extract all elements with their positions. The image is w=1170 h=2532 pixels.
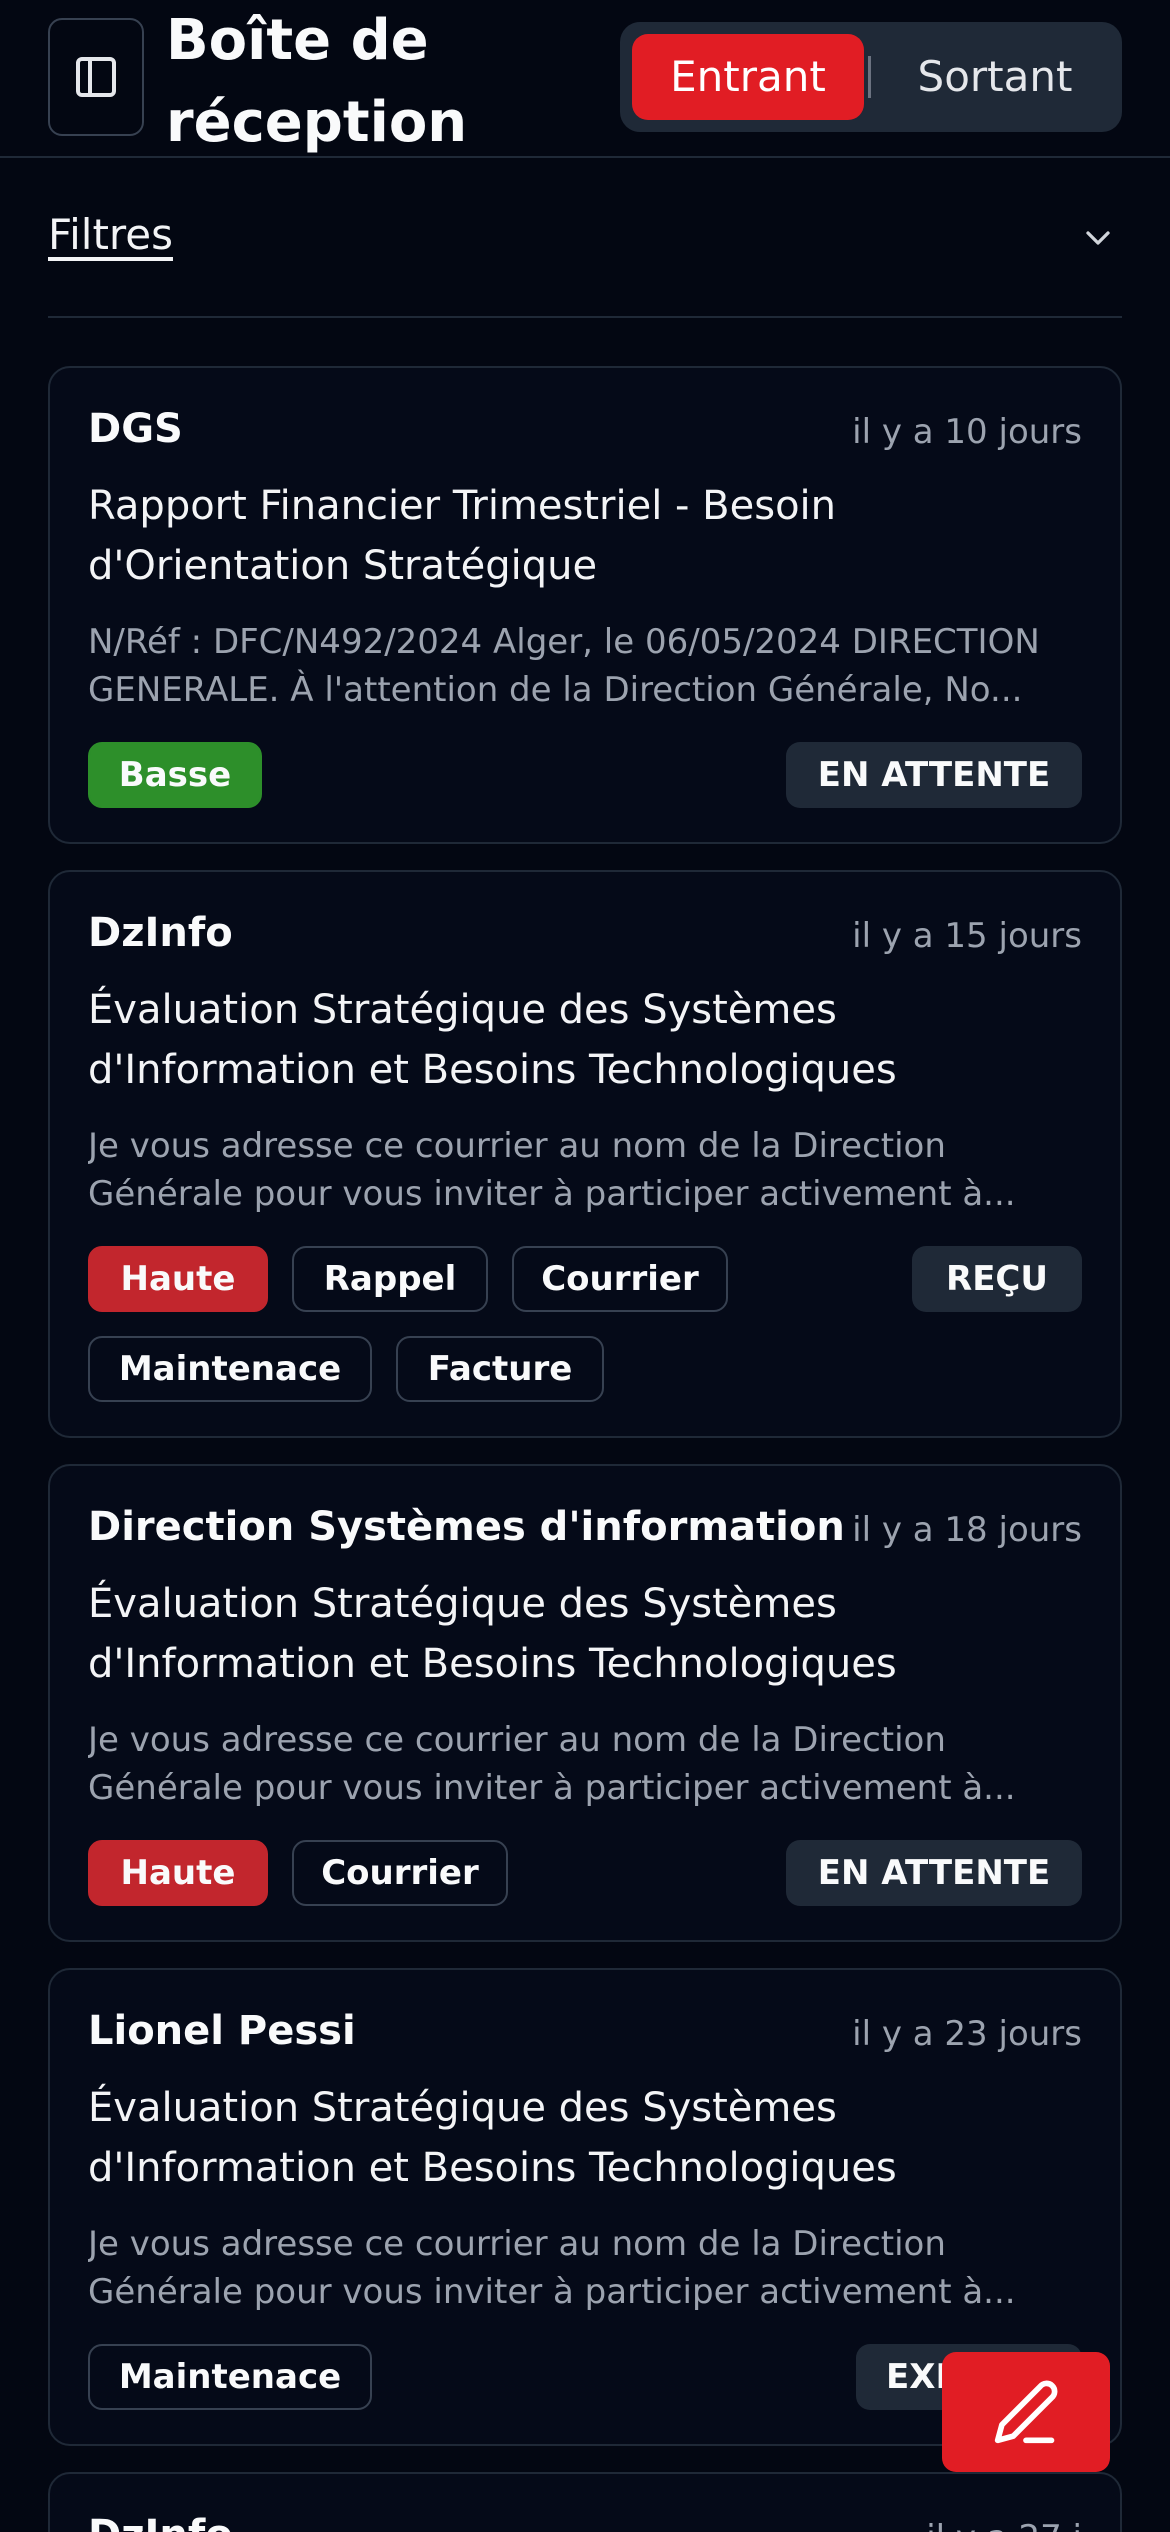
message-subject: Évaluation Stratégique des Systèmes d'In…	[88, 987, 897, 1093]
message-time: il y a 10 jours	[852, 412, 1082, 452]
filters-label[interactable]: Filtres	[48, 210, 173, 259]
message-time: il y a 27 j	[926, 2518, 1082, 2532]
message-preview: N/Réf : DFC/N492/2024 Alger, le 06/05/20…	[88, 622, 1040, 710]
direction-toggle: Entrant Sortant	[620, 22, 1122, 132]
filters-accordion[interactable]: Filtres	[48, 158, 1122, 318]
category-tag: Rappel	[292, 1246, 488, 1312]
tab-outgoing[interactable]: Sortant	[880, 34, 1110, 120]
message-subject: Évaluation Stratégique des Systèmes d'In…	[88, 1581, 897, 1687]
message-card[interactable]: DzInfo il y a 27 j	[48, 2472, 1122, 2532]
message-time: il y a 23 jours	[852, 2014, 1082, 2054]
category-tag: Courrier	[512, 1246, 728, 1312]
status-badge: EN ATTENTE	[786, 742, 1082, 808]
message-preview: Je vous adresse ce courrier au nom de la…	[88, 2224, 1016, 2312]
message-sender: Direction Systèmes d'information	[88, 1504, 845, 1550]
message-sender: DzInfo	[88, 910, 233, 956]
tab-incoming[interactable]: Entrant	[632, 34, 864, 120]
message-subject: Rapport Financier Trimestriel - Besoin d…	[88, 483, 837, 589]
message-time: il y a 15 jours	[852, 916, 1082, 956]
compose-button[interactable]	[942, 2352, 1110, 2472]
page-title: Boîte de réception	[166, 8, 468, 155]
category-tag: Courrier	[292, 1840, 508, 1906]
category-tag: Maintenace	[88, 1336, 372, 1402]
message-card[interactable]: Direction Systèmes d'information il y a …	[48, 1464, 1122, 1942]
message-time: il y a 18 jours	[852, 1510, 1082, 1550]
priority-tag: Basse	[88, 742, 262, 808]
app-header: Boîte de réception Entrant Sortant	[0, 0, 1170, 158]
message-sender: DzInfo	[88, 2512, 233, 2532]
status-badge: REÇU	[912, 1246, 1082, 1312]
message-preview: Je vous adresse ce courrier au nom de la…	[88, 1720, 1016, 1808]
message-card[interactable]: DGS il y a 10 jours Rapport Financier Tr…	[48, 366, 1122, 844]
message-card[interactable]: DzInfo il y a 15 jours Évaluation Straté…	[48, 870, 1122, 1438]
message-subject: Évaluation Stratégique des Systèmes d'In…	[88, 2085, 897, 2191]
pen-icon	[994, 2380, 1058, 2444]
priority-tag: Haute	[88, 1840, 268, 1906]
priority-tag: Haute	[88, 1246, 268, 1312]
category-tag: Maintenace	[88, 2344, 372, 2410]
category-tag: Facture	[396, 1336, 604, 1402]
chevron-down-icon[interactable]	[1078, 218, 1118, 258]
segment-divider	[868, 56, 871, 98]
message-preview: Je vous adresse ce courrier au nom de la…	[88, 1126, 1016, 1214]
sidebar-panel-icon	[76, 57, 116, 97]
sidebar-toggle-button[interactable]	[48, 18, 144, 136]
status-badge: EN ATTENTE	[786, 1840, 1082, 1906]
message-sender: Lionel Pessi	[88, 2008, 356, 2054]
message-sender: DGS	[88, 406, 183, 452]
